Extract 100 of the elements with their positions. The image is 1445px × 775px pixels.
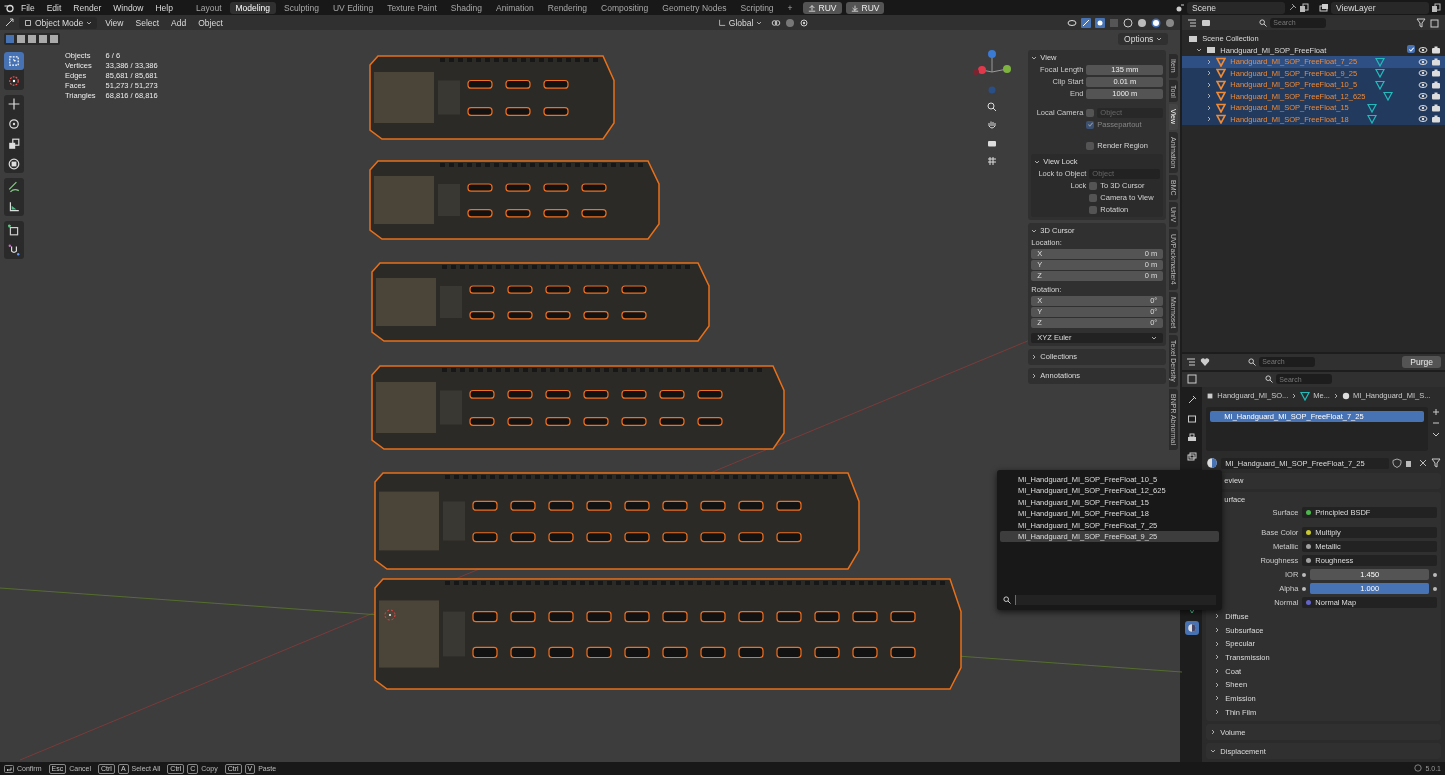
menu-item[interactable]: Render	[68, 1, 107, 14]
display-mode-icon[interactable]	[1201, 17, 1212, 28]
camera-icon[interactable]	[1431, 45, 1441, 56]
workspace-tab[interactable]: Layout	[189, 1, 228, 14]
menu-item[interactable]: View	[101, 16, 128, 29]
rendered-shading-icon[interactable]	[1165, 17, 1176, 28]
camera-icon[interactable]	[1431, 79, 1441, 90]
add-cube-icon[interactable]	[8, 224, 20, 236]
new-collection-icon[interactable]	[1430, 17, 1440, 28]
rotate-icon[interactable]	[8, 118, 20, 130]
visibility-icon[interactable]	[1067, 17, 1078, 28]
checkbox[interactable]	[1086, 141, 1095, 150]
ruv-button[interactable]: RUV	[845, 1, 885, 14]
workspace-tab[interactable]: UV Editing	[326, 1, 380, 14]
new-selection-icon[interactable]	[5, 34, 15, 44]
intersect-selection-icon[interactable]	[49, 34, 59, 44]
menu-item[interactable]: File	[16, 1, 40, 14]
mode-dropdown[interactable]: Object Mode	[19, 16, 98, 29]
search-field[interactable]	[1015, 595, 1216, 605]
scale-icon[interactable]	[8, 138, 20, 150]
eye-icon[interactable]	[1418, 79, 1428, 90]
eye-icon[interactable]	[1418, 114, 1428, 125]
subtract-selection-icon[interactable]	[27, 34, 37, 44]
workspace-tab[interactable]: Texture Paint	[381, 1, 443, 14]
workspace-tab[interactable]: Modeling	[229, 1, 276, 14]
wireframe-shading-icon[interactable]	[1123, 17, 1134, 28]
zoom-icon[interactable]	[987, 102, 998, 112]
camera-icon[interactable]	[1431, 68, 1441, 79]
overlay-toggle-icon[interactable]	[1095, 17, 1106, 28]
uv-tool-icon[interactable]	[8, 244, 20, 256]
menu-item[interactable]: Select	[131, 16, 164, 29]
workspace-tab[interactable]: Animation	[489, 1, 540, 14]
camera-icon[interactable]	[1431, 91, 1441, 102]
eye-icon[interactable]	[1418, 102, 1428, 113]
select-box-icon[interactable]	[8, 55, 20, 67]
scene-field[interactable]: Scene	[1187, 1, 1285, 14]
checkbox[interactable]	[1407, 45, 1415, 54]
view-layer-icon[interactable]	[1319, 2, 1329, 13]
material-shading-icon[interactable]	[1151, 17, 1162, 28]
blender-logo-icon[interactable]	[4, 2, 14, 13]
render-icon[interactable]	[1187, 413, 1198, 424]
camera-icon[interactable]	[1431, 56, 1441, 67]
add-workspace-button[interactable]: +	[781, 1, 799, 14]
cursor-icon[interactable]	[8, 75, 20, 87]
checkbox[interactable]	[1089, 205, 1098, 214]
proportional-icon[interactable]	[799, 17, 810, 28]
material-browse-icon[interactable]	[1206, 457, 1219, 469]
checkbox[interactable]	[1089, 181, 1098, 190]
menu-item[interactable]: Edit	[41, 1, 67, 14]
pin-icon[interactable]	[1287, 2, 1297, 13]
eye-icon[interactable]	[1418, 45, 1428, 56]
copy-icon[interactable]	[1299, 2, 1309, 13]
view-layer-field[interactable]: ViewLayer	[1331, 1, 1429, 14]
measure-icon[interactable]	[8, 201, 20, 213]
eye-icon[interactable]	[1418, 91, 1428, 102]
plus-icon[interactable]	[1431, 406, 1441, 417]
grid-icon[interactable]	[987, 156, 998, 166]
solid-shading-icon[interactable]	[1137, 17, 1148, 28]
menu-item[interactable]: Window	[108, 1, 149, 14]
shield-icon[interactable]	[1392, 458, 1402, 468]
copy-icon[interactable]	[1431, 2, 1441, 13]
tool-icon[interactable]	[1187, 394, 1198, 405]
purge-button[interactable]: Purge	[1402, 355, 1441, 368]
orientation-dropdown[interactable]: Global	[712, 16, 768, 29]
extend-selection-icon[interactable]	[16, 34, 26, 44]
camera-icon[interactable]	[987, 138, 998, 148]
move-icon[interactable]	[8, 98, 20, 110]
workspace-tab[interactable]: Scripting	[734, 1, 780, 14]
gizmo-toggle-icon[interactable]	[1081, 17, 1092, 28]
camera-icon[interactable]	[1431, 114, 1441, 125]
workspace-tab[interactable]: Compositing	[595, 1, 655, 14]
eye-icon[interactable]	[1418, 56, 1428, 67]
menu-item[interactable]: Object	[194, 16, 227, 29]
workspace-tab[interactable]: Shading	[444, 1, 488, 14]
hand-icon[interactable]	[987, 120, 998, 130]
editor-type-icon[interactable]	[5, 17, 15, 28]
checkbox[interactable]	[1089, 193, 1098, 202]
filter-icon[interactable]	[1416, 17, 1426, 28]
filter-icon[interactable]	[1431, 458, 1441, 468]
invert-selection-icon[interactable]	[38, 34, 48, 44]
properties-icon[interactable]	[1187, 374, 1198, 384]
scene-icon[interactable]	[1175, 2, 1185, 13]
options-button[interactable]: Options	[1118, 33, 1169, 45]
checkbox[interactable]	[1086, 108, 1095, 117]
ruv-button[interactable]: RUV	[802, 1, 842, 14]
close-icon[interactable]	[1418, 458, 1428, 468]
workspace-tab[interactable]: Sculpting	[278, 1, 325, 14]
workspace-tab[interactable]: Geometry Nodes	[656, 1, 733, 14]
menu-item[interactable]: Add	[167, 16, 191, 29]
printer-icon[interactable]	[1187, 432, 1198, 443]
annotate-icon[interactable]	[8, 181, 20, 193]
workspace-tab[interactable]: Rendering	[541, 1, 593, 14]
transform-icon[interactable]	[8, 158, 20, 170]
material-icon[interactable]	[1187, 622, 1198, 633]
eye-icon[interactable]	[1418, 68, 1428, 79]
camera-icon[interactable]	[1431, 102, 1441, 113]
link-icon[interactable]	[771, 17, 782, 28]
layers-icon[interactable]	[1187, 451, 1198, 462]
menu-item[interactable]: Help	[150, 1, 178, 14]
heart-icon[interactable]	[1200, 356, 1211, 367]
